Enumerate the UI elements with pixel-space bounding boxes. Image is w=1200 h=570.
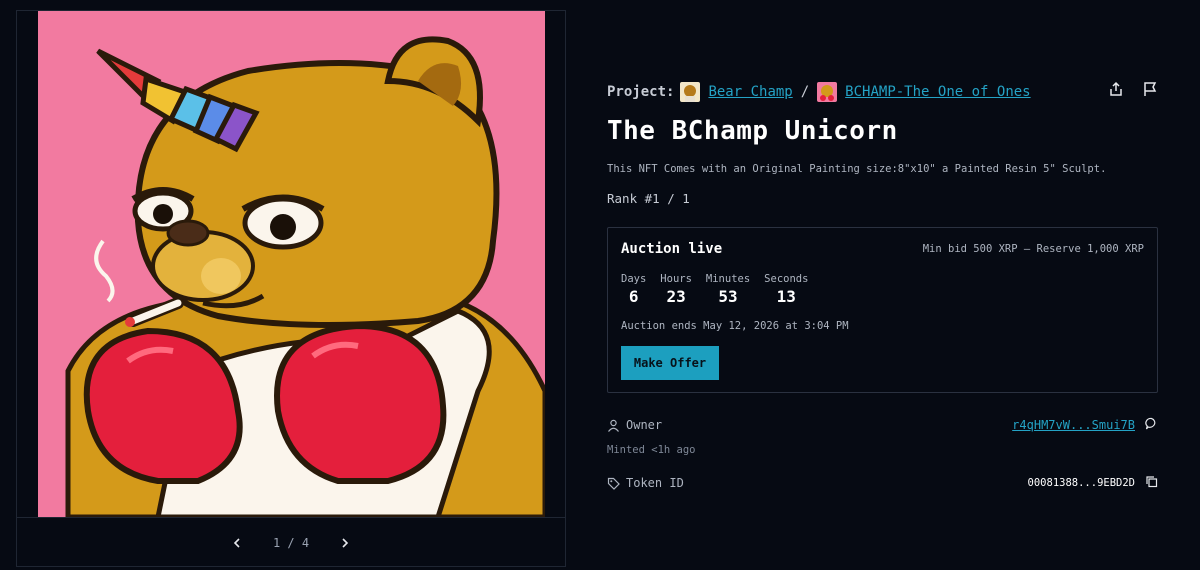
bear-unicorn-illustration — [38, 11, 545, 517]
share-button[interactable] — [1108, 81, 1124, 97]
chevron-left-icon — [233, 538, 240, 548]
token-id-value-group: 00081388...9EBD2D — [1028, 475, 1158, 491]
countdown-value: 23 — [666, 287, 686, 306]
header-actions — [1108, 81, 1158, 97]
auction-countdown: Days 6 Hours 23 Minutes 53 Seconds 13 — [621, 273, 808, 306]
countdown-unit: Hours — [660, 273, 692, 285]
countdown-unit: Seconds — [764, 273, 809, 285]
countdown-unit: Minutes — [705, 273, 751, 285]
collection-thumbnail — [680, 82, 701, 102]
auction-status: Auction live — [621, 241, 723, 257]
owner-value: r4qHM7vW...Smui7B — [1012, 417, 1158, 433]
sub-collection-thumbnail — [817, 82, 838, 102]
countdown-value: 6 — [628, 287, 639, 306]
countdown-seconds: Seconds 13 — [764, 273, 808, 306]
copy-token-button[interactable] — [1145, 475, 1158, 491]
countdown-value: 13 — [776, 287, 796, 306]
minted-time: Minted <1h ago — [607, 444, 696, 456]
share-icon — [1110, 81, 1122, 96]
tag-icon — [607, 477, 620, 490]
user-icon — [607, 419, 620, 432]
message-owner-button[interactable] — [1145, 417, 1158, 433]
countdown-hours: Hours 23 — [660, 273, 692, 306]
owner-row: Owner r4qHM7vW...Smui7B — [607, 417, 1158, 433]
nft-artwork[interactable] — [38, 11, 545, 517]
make-offer-button[interactable]: Make Offer — [621, 346, 719, 380]
prev-image-button[interactable] — [227, 533, 247, 553]
token-row: Token ID 00081388...9EBD2D — [607, 475, 1158, 491]
project-label: Project: — [607, 84, 675, 100]
nft-rank: Rank #1 / 1 — [607, 191, 690, 206]
countdown-days: Days 6 — [621, 273, 646, 306]
owner-address-link[interactable]: r4qHM7vW...Smui7B — [1012, 418, 1135, 432]
collection-link[interactable]: Bear Champ — [708, 84, 792, 100]
pager-indicator: 1 / 4 — [272, 536, 310, 550]
nft-details-panel: Project: Bear Champ / BCHAMP-The One of … — [607, 0, 1158, 570]
project-breadcrumb: Project: Bear Champ / BCHAMP-The One of … — [607, 81, 1158, 103]
copy-icon — [1146, 476, 1158, 488]
image-pager: 1 / 4 — [17, 517, 565, 568]
countdown-unit: Days — [621, 273, 647, 285]
countdown-value: 53 — [718, 287, 738, 306]
auction-bid-info: Min bid 500 XRP — Reserve 1,000 XRP — [922, 243, 1144, 255]
auction-end-time: Auction ends May 12, 2026 at 3:04 PM — [621, 320, 849, 332]
sub-collection-link[interactable]: BCHAMP-The One of Ones — [845, 84, 1030, 100]
report-button[interactable] — [1142, 81, 1158, 97]
countdown-minutes: Minutes 53 — [706, 273, 750, 306]
auction-card: Auction live Min bid 500 XRP — Reserve 1… — [607, 227, 1158, 393]
token-id-value: 00081388...9EBD2D — [1027, 477, 1135, 489]
nft-description: This NFT Comes with an Original Painting… — [607, 163, 1107, 175]
token-id-label: Token ID — [626, 476, 684, 490]
breadcrumb-separator: / — [800, 84, 810, 100]
owner-label: Owner — [626, 418, 663, 432]
nft-title: The BChamp Unicorn — [607, 116, 898, 146]
next-image-button[interactable] — [335, 533, 355, 553]
chevron-right-icon — [342, 538, 349, 548]
chat-bubble-icon — [1145, 417, 1156, 430]
flag-icon — [1144, 82, 1157, 96]
media-viewer: 1 / 4 — [16, 10, 566, 567]
